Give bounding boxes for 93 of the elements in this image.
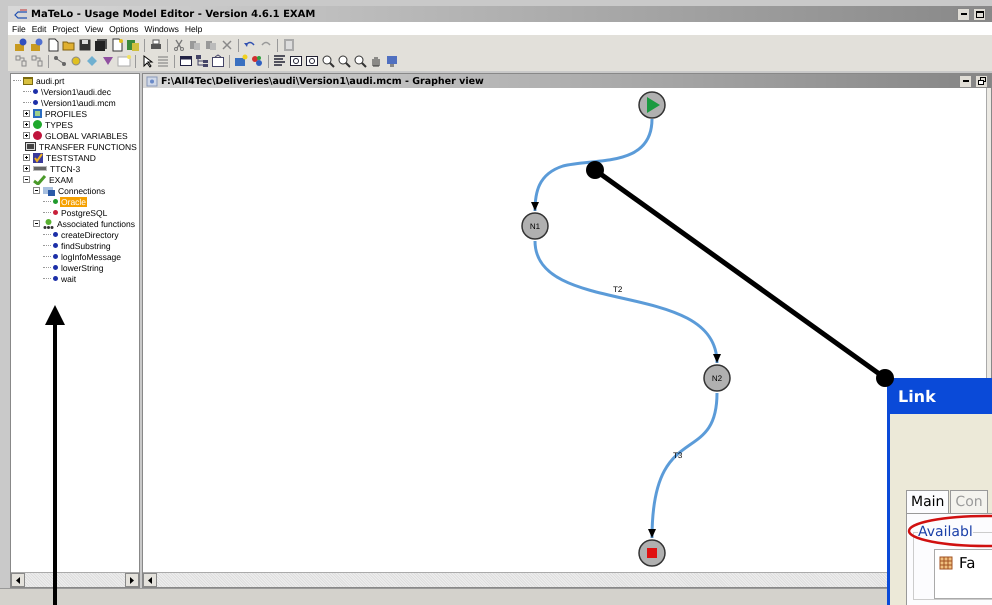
new-document-icon[interactable] bbox=[110, 38, 124, 52]
fit-icon[interactable] bbox=[289, 54, 303, 68]
overview-icon[interactable] bbox=[305, 54, 319, 68]
ball-icon bbox=[33, 131, 42, 140]
properties-icon[interactable] bbox=[211, 54, 225, 68]
transition-arrow[interactable] bbox=[531, 118, 654, 212]
database-folder-icon bbox=[43, 186, 55, 196]
restore-icon bbox=[978, 77, 986, 85]
state-node[interactable] bbox=[521, 212, 549, 240]
tree-item[interactable]: createDirectory bbox=[60, 230, 120, 240]
menu-item[interactable]: View bbox=[84, 24, 104, 34]
zoom-in-icon[interactable] bbox=[321, 54, 335, 68]
tree-item[interactable]: EXAM bbox=[48, 174, 74, 184]
new-project-icon[interactable] bbox=[14, 38, 28, 52]
text-icon[interactable] bbox=[273, 54, 287, 68]
list-item[interactable]: Fa bbox=[959, 554, 976, 572]
node-label: N2 bbox=[712, 374, 722, 383]
tree-item[interactable]: PostgreSQL bbox=[60, 208, 108, 218]
expand-icon[interactable] bbox=[23, 165, 31, 172]
tree-item[interactable]: TYPES bbox=[44, 120, 74, 130]
save-all-icon[interactable] bbox=[94, 38, 108, 52]
chart-icon[interactable] bbox=[234, 54, 248, 68]
save-icon[interactable] bbox=[78, 38, 92, 52]
restore-button[interactable] bbox=[975, 74, 988, 88]
start-node[interactable] bbox=[638, 91, 666, 119]
tree-item[interactable]: findSubstring bbox=[60, 240, 112, 250]
expand-icon[interactable] bbox=[23, 154, 31, 161]
tree-item[interactable]: Connections bbox=[57, 186, 106, 196]
minimize-button[interactable] bbox=[959, 74, 972, 88]
align-icon[interactable] bbox=[14, 54, 28, 68]
maximize-icon bbox=[976, 10, 984, 18]
collapse-icon[interactable] bbox=[33, 220, 41, 227]
expand-icon[interactable] bbox=[23, 110, 31, 117]
menu-item[interactable]: Options bbox=[109, 24, 138, 34]
function-box-icon bbox=[25, 142, 36, 151]
grid-icon bbox=[939, 556, 953, 570]
zoom-out-icon[interactable] bbox=[337, 54, 351, 68]
node-icon[interactable] bbox=[69, 54, 83, 68]
tree-item[interactable]: \Version1\audi.mcm bbox=[40, 98, 117, 108]
horizontal-scrollbar[interactable] bbox=[11, 572, 139, 587]
tree-item[interactable]: lowerString bbox=[60, 262, 105, 272]
teststand-icon bbox=[33, 152, 43, 162]
tree-icon[interactable] bbox=[195, 54, 209, 68]
folder-icon bbox=[23, 76, 33, 85]
link-icon[interactable] bbox=[53, 54, 67, 68]
checkmark-icon bbox=[33, 174, 46, 184]
scroll-left-icon[interactable] bbox=[16, 576, 20, 584]
minimize-icon bbox=[960, 13, 966, 15]
transition-label: T2 bbox=[613, 285, 622, 294]
tree-item[interactable]: GLOBAL VARIABLES bbox=[44, 130, 129, 140]
window-title: MaTeLo - Usage Model Editor - Version 4.6.1 EXAM bbox=[31, 8, 316, 20]
tree-item[interactable]: \Version1\audi.dec bbox=[40, 86, 112, 96]
collapse-icon[interactable] bbox=[23, 176, 31, 183]
tree-item[interactable]: wait bbox=[60, 274, 78, 284]
end-node[interactable] bbox=[638, 539, 666, 567]
tree-item[interactable]: TTCN-3 bbox=[49, 164, 82, 174]
tree-item[interactable]: TRANSFER FUNCTIONS bbox=[38, 142, 138, 152]
tab[interactable]: Main bbox=[906, 490, 950, 513]
logo-icon bbox=[33, 166, 47, 171]
tree-item[interactable]: PROFILES bbox=[44, 108, 88, 118]
state-node[interactable] bbox=[703, 364, 731, 392]
zoom-area-icon[interactable] bbox=[353, 54, 367, 68]
new-file-icon[interactable] bbox=[46, 38, 60, 52]
table-icon[interactable] bbox=[179, 54, 193, 68]
expand-icon[interactable] bbox=[23, 121, 31, 128]
document-icon bbox=[146, 76, 158, 86]
maximize-button[interactable] bbox=[973, 8, 986, 20]
node-label: N1 bbox=[530, 222, 540, 231]
app-logo-icon bbox=[14, 9, 28, 19]
minimize-button[interactable] bbox=[957, 8, 970, 20]
minimize-icon bbox=[962, 80, 968, 82]
palette-icon[interactable] bbox=[250, 54, 264, 68]
tree-item[interactable]: audi.prt bbox=[35, 76, 66, 86]
window-title: F:\All4Tec\Deliveries\audi\Version1\audi.mcm - Grapher view bbox=[161, 76, 484, 86]
sphere-icon bbox=[33, 120, 42, 129]
dialog-title: Link bbox=[898, 386, 936, 406]
profile-icon bbox=[33, 109, 42, 118]
print-icon[interactable] bbox=[149, 38, 163, 52]
tree-item[interactable]: Associated functions bbox=[56, 218, 136, 228]
menu-item[interactable]: Project bbox=[52, 24, 79, 34]
scroll-right-icon[interactable] bbox=[130, 576, 134, 584]
menu-item[interactable]: Windows bbox=[144, 24, 179, 34]
tree-item[interactable]: logInfoMessage bbox=[60, 252, 122, 262]
collapse-icon[interactable] bbox=[33, 187, 41, 194]
monitor-icon[interactable] bbox=[385, 54, 399, 68]
menu-item[interactable]: Edit bbox=[32, 24, 46, 34]
function-group-icon bbox=[43, 218, 54, 228]
transition-label: T3 bbox=[673, 451, 682, 460]
scroll-left-icon[interactable] bbox=[148, 576, 152, 584]
menu-item[interactable]: Help bbox=[184, 24, 202, 34]
menu-item[interactable]: File bbox=[12, 24, 26, 34]
tree-item[interactable]: TESTSTAND bbox=[45, 152, 97, 162]
expand-icon[interactable] bbox=[23, 132, 31, 139]
